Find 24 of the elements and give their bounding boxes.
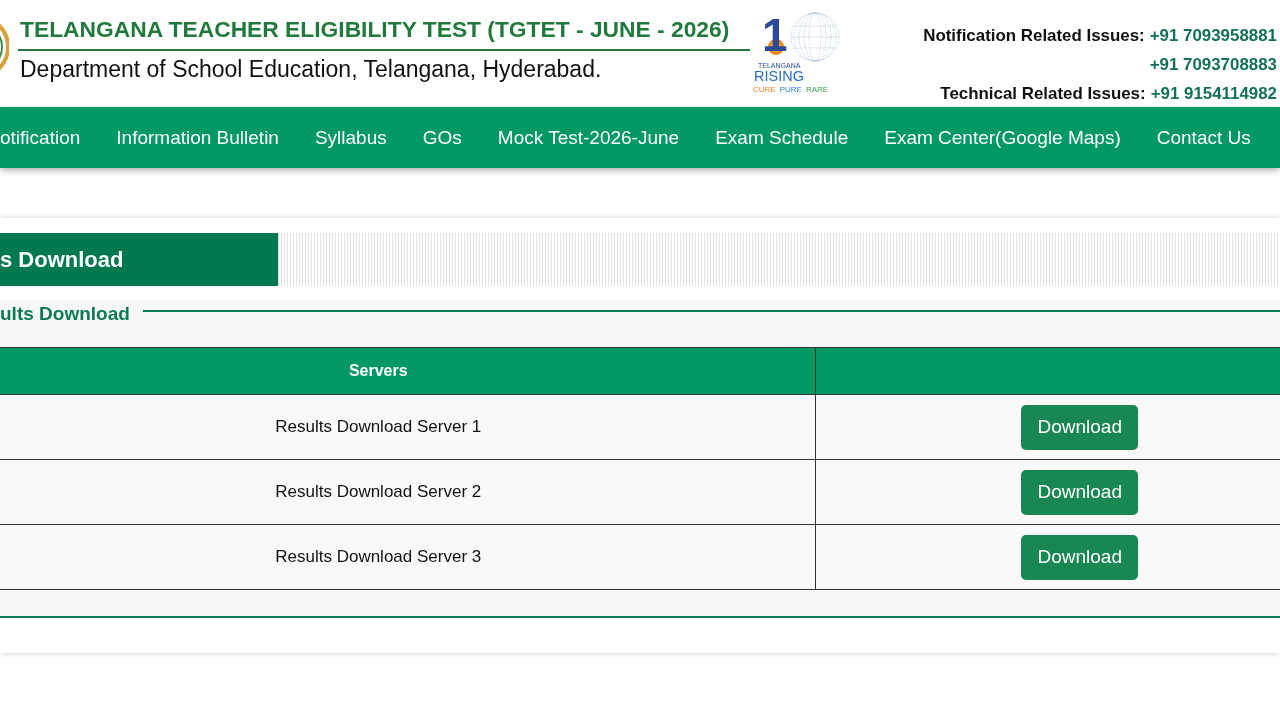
- nav-link[interactable]: Exam Center(Google Maps): [884, 125, 1121, 150]
- contact-label: Notification Related Issues:: [923, 25, 1145, 47]
- phone-number: +91 7093958881: [1149, 25, 1277, 47]
- panel-legend: ults Download: [0, 302, 130, 326]
- nav-link[interactable]: Syllabus: [314, 125, 387, 150]
- download-button[interactable]: Download: [1021, 469, 1139, 515]
- download-button[interactable]: Download: [1021, 404, 1139, 450]
- table-cell: Results Download Server 1: [0, 394, 815, 460]
- table-cell: Results Download Server 3: [0, 524, 815, 590]
- nav-link[interactable]: GOs: [422, 125, 462, 150]
- contact-label: Technical Related Issues:: [940, 83, 1146, 105]
- phone-number: +91 7093708883: [1149, 54, 1277, 76]
- section-title: s Download: [0, 233, 278, 286]
- table-cell: Results Download Server 2: [0, 459, 815, 525]
- nav-link[interactable]: Mock Test-2026-June: [497, 125, 680, 150]
- phone-number: +91 9154114982: [1150, 83, 1277, 105]
- download-button[interactable]: Download: [1021, 534, 1139, 580]
- site-title: TELANGANA TEACHER ELIGIBILITY TEST (TGTET - JUNE - 2026): [20, 16, 730, 42]
- nav-link[interactable]: Exam Schedule: [715, 125, 849, 150]
- nav-link[interactable]: Information Bulletin: [116, 125, 279, 150]
- site-subtitle: Department of School Education, Telangana, Hyderabad.: [20, 56, 602, 82]
- nav-link[interactable]: otification: [0, 125, 81, 150]
- column-header: Servers: [0, 347, 815, 395]
- nav-link[interactable]: Contact Us: [1156, 125, 1251, 150]
